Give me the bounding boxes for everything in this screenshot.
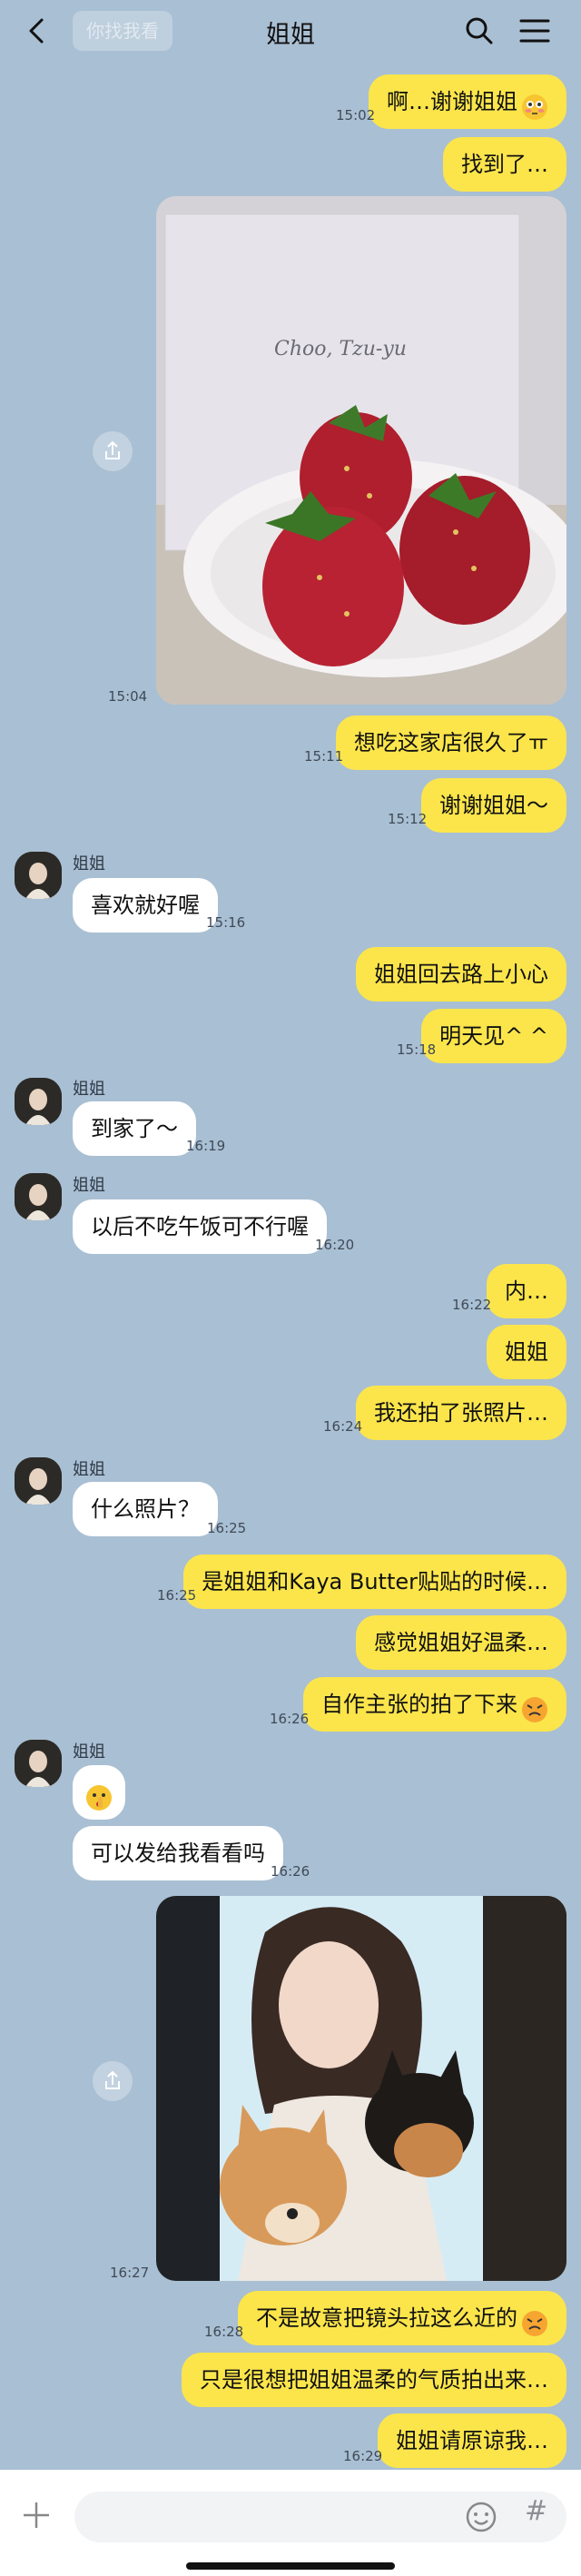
their-message[interactable]: 到家了～ <box>73 1101 196 1156</box>
timestamp: 16:26 <box>271 1863 310 1880</box>
their-message[interactable]: 可以发给我看看吗 <box>73 1826 283 1880</box>
share-icon[interactable] <box>93 431 133 471</box>
svg-text:Choo, Tzu-yu: Choo, Tzu-yu <box>274 338 407 360</box>
photo-message[interactable] <box>156 1896 566 2281</box>
menu-icon[interactable] <box>517 15 552 47</box>
timestamp: 15:11 <box>304 748 344 765</box>
home-indicator <box>186 2562 395 2570</box>
sender-name: 姐姐 <box>73 854 105 873</box>
hash-icon[interactable]: # <box>525 2495 547 2527</box>
shushing-emoji-icon <box>85 1777 113 1811</box>
my-message[interactable]: 不是故意把镜头拉这么近的 <box>238 2291 566 2345</box>
timestamp: 16:25 <box>157 1587 197 1604</box>
timestamp: 16:29 <box>343 2448 383 2464</box>
timestamp: 16:20 <box>315 1237 355 1253</box>
my-message[interactable]: 感觉姐姐好温柔… <box>356 1615 566 1670</box>
my-message[interactable]: 谢谢姐姐～ <box>421 778 566 833</box>
my-message[interactable]: 我还拍了张照片… <box>356 1386 566 1440</box>
sender-name: 姐姐 <box>73 1460 105 1479</box>
their-message[interactable]: 以后不吃午饭可不行喔 <box>73 1199 327 1254</box>
search-icon[interactable] <box>463 15 496 47</box>
frustrated-emoji-icon <box>521 1689 548 1722</box>
sender-name: 姐姐 <box>73 1176 105 1195</box>
my-message[interactable]: 啊…谢谢姐姐 <box>369 74 566 129</box>
my-message[interactable]: 明天见^ ^ <box>421 1009 566 1063</box>
timestamp: 15:12 <box>388 811 428 827</box>
timestamp: 15:18 <box>397 1041 437 1058</box>
my-message[interactable]: 想吃这家店很久了ㅠ <box>335 716 566 770</box>
timestamp: 16:28 <box>204 2324 244 2340</box>
my-message[interactable]: 姐姐 <box>487 1325 566 1379</box>
strawberry-photo: Choo, Tzu-yu <box>156 196 566 705</box>
message-input-bar: # <box>0 2470 581 2576</box>
avatar[interactable] <box>15 1457 62 1505</box>
sender-name: 姐姐 <box>73 1080 105 1099</box>
timestamp: 15:02 <box>336 107 376 123</box>
avatar[interactable] <box>15 852 62 899</box>
timestamp: 16:19 <box>186 1138 226 1154</box>
my-message[interactable]: 姐姐请原谅我… <box>378 2413 566 2468</box>
avatar[interactable] <box>15 1078 62 1125</box>
emoji-icon[interactable] <box>463 2499 499 2535</box>
timestamp: 16:22 <box>452 1297 492 1313</box>
my-message[interactable]: 自作主张的拍了下来 <box>303 1677 566 1732</box>
flushed-emoji-icon <box>521 86 548 120</box>
timestamp: 16:25 <box>207 1520 247 1536</box>
frustrated-emoji-icon <box>521 2303 548 2336</box>
my-message[interactable]: 找到了… <box>443 137 566 192</box>
timestamp: 15:16 <box>206 914 246 931</box>
my-message[interactable]: 是姐姐和Kaya Butter贴贴的时候… <box>183 1554 566 1609</box>
timestamp: 16:27 <box>110 2265 150 2281</box>
sender-name: 姐姐 <box>73 1742 105 1762</box>
my-message[interactable]: 姐姐回去路上小心 <box>356 947 566 1002</box>
my-message[interactable]: 内… <box>487 1264 566 1318</box>
my-message[interactable]: 只是很想把姐姐温柔的气质拍出来… <box>182 2353 566 2407</box>
dogs-photo <box>156 1896 566 2281</box>
avatar[interactable] <box>15 1173 62 1220</box>
avatar[interactable] <box>15 1740 62 1787</box>
plus-icon[interactable] <box>20 2499 53 2532</box>
timestamp: 16:24 <box>323 1418 363 1435</box>
photo-message[interactable]: Choo, Tzu-yu <box>156 196 566 705</box>
their-message[interactable]: 喜欢就好喔 <box>73 878 218 933</box>
chat-header: 你找我看 姐姐 <box>0 0 581 64</box>
timestamp: 16:26 <box>270 1711 310 1727</box>
share-icon[interactable] <box>93 2061 133 2101</box>
their-message[interactable] <box>73 1765 125 1820</box>
their-message[interactable]: 什么照片？ <box>73 1482 218 1536</box>
timestamp: 15:04 <box>108 688 148 705</box>
